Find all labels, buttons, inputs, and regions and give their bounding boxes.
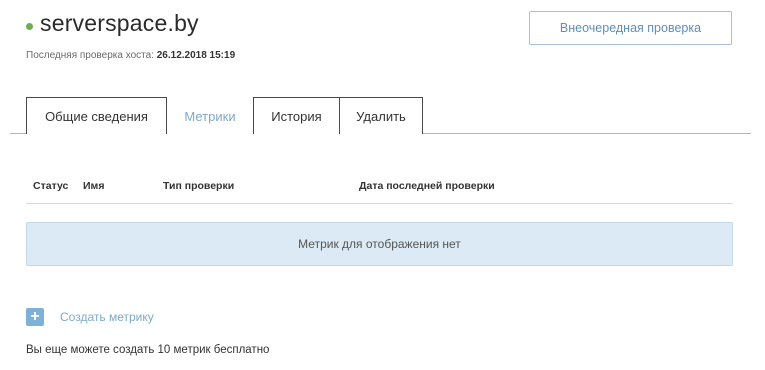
column-header-name: Имя bbox=[83, 180, 105, 192]
table-header-divider bbox=[26, 203, 733, 204]
column-header-last-check-date: Дата последней проверки bbox=[359, 180, 495, 192]
host-title: serverspace.by bbox=[26, 10, 199, 37]
last-check-label: Последняя проверка хоста: bbox=[26, 50, 154, 61]
extra-check-button[interactable]: Внеочередная проверка bbox=[529, 11, 732, 45]
last-check-value: 26.12.2018 15:19 bbox=[156, 50, 236, 61]
column-header-status: Статус bbox=[33, 180, 69, 192]
tab-general[interactable]: Общие сведения bbox=[26, 97, 167, 134]
create-metric-button[interactable]: + Создать метрику bbox=[26, 308, 154, 326]
create-metric-label[interactable]: Создать метрику bbox=[60, 310, 154, 324]
host-metrics-page: serverspace.by Последняя проверка хоста:… bbox=[0, 0, 765, 370]
tab-delete[interactable]: Удалить bbox=[339, 97, 423, 134]
tab-history[interactable]: История bbox=[253, 97, 340, 134]
column-header-check-type: Тип проверки bbox=[163, 180, 235, 192]
empty-metrics-message: Метрик для отображения нет bbox=[26, 222, 733, 266]
host-name: serverspace.by bbox=[40, 10, 199, 36]
tab-metrics[interactable]: Метрики bbox=[167, 98, 253, 134]
plus-icon[interactable]: + bbox=[26, 308, 44, 326]
last-check-info: Последняя проверка хоста: 26.12.2018 15:… bbox=[26, 50, 235, 61]
free-metrics-note: Вы еще можете создать 10 метрик бесплатн… bbox=[26, 344, 270, 356]
status-dot-icon bbox=[26, 22, 33, 30]
